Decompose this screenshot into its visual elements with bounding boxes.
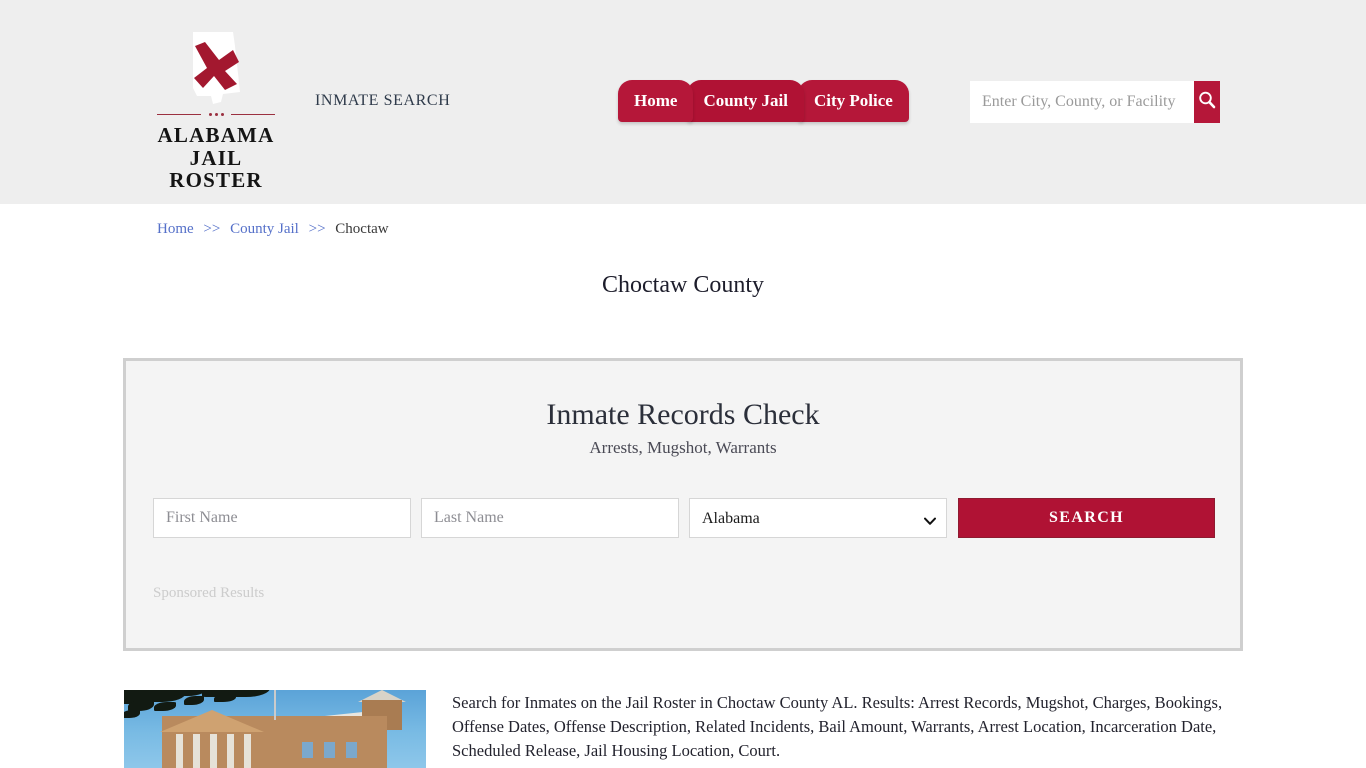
logo-line-2: JAIL ROSTER — [169, 145, 263, 193]
nav-item-county-jail[interactable]: County Jail — [687, 80, 804, 122]
header-search — [970, 81, 1220, 123]
breadcrumb-item-current: Choctaw — [335, 221, 389, 237]
nav-item-city-police[interactable]: City Police — [797, 80, 909, 122]
foliage-overlay — [124, 690, 270, 734]
breadcrumb-separator: >> — [203, 221, 221, 237]
inmate-records-check-panel: Inmate Records Check Arrests, Mugshot, W… — [123, 358, 1243, 651]
header-search-input[interactable] — [970, 81, 1194, 123]
breadcrumb-item-county-jail[interactable]: County Jail — [230, 221, 299, 237]
panel-subtitle: Arrests, Mugshot, Warrants — [589, 438, 777, 457]
panel-title: Inmate Records Check — [546, 398, 820, 431]
site-logo[interactable]: ALABAMA JAIL ROSTER — [152, 30, 280, 192]
state-select[interactable]: Alabama — [689, 498, 947, 538]
first-name-input[interactable] — [153, 498, 411, 538]
breadcrumb-separator: >> — [308, 221, 326, 237]
alabama-state-outline-icon — [183, 30, 249, 108]
site-tagline: INMATE SEARCH — [315, 92, 451, 109]
last-name-input[interactable] — [421, 498, 679, 538]
content-paragraph: Search for Inmates on the Jail Roster in… — [452, 693, 1223, 760]
logo-divider — [157, 110, 275, 120]
sponsored-results-label: Sponsored Results — [153, 585, 265, 601]
inmate-search-form: Alabama SEARCH — [153, 498, 1217, 538]
breadcrumb: Home >> County Jail >> Choctaw — [157, 221, 389, 238]
state-select-wrapper: Alabama — [689, 498, 947, 538]
courthouse-photo — [124, 690, 426, 768]
main-navigation: Home County Jail City Police — [618, 78, 909, 122]
page-title: Choctaw County — [602, 272, 764, 298]
search-button[interactable]: SEARCH — [958, 498, 1215, 538]
header-search-button[interactable] — [1194, 81, 1220, 123]
nav-item-home[interactable]: Home — [618, 80, 694, 122]
logo-line-1: ALABAMA — [157, 123, 275, 147]
site-header: ALABAMA JAIL ROSTER INMATE SEARCH Home C… — [0, 0, 1366, 204]
search-icon — [1197, 90, 1217, 115]
breadcrumb-item-home[interactable]: Home — [157, 221, 194, 237]
